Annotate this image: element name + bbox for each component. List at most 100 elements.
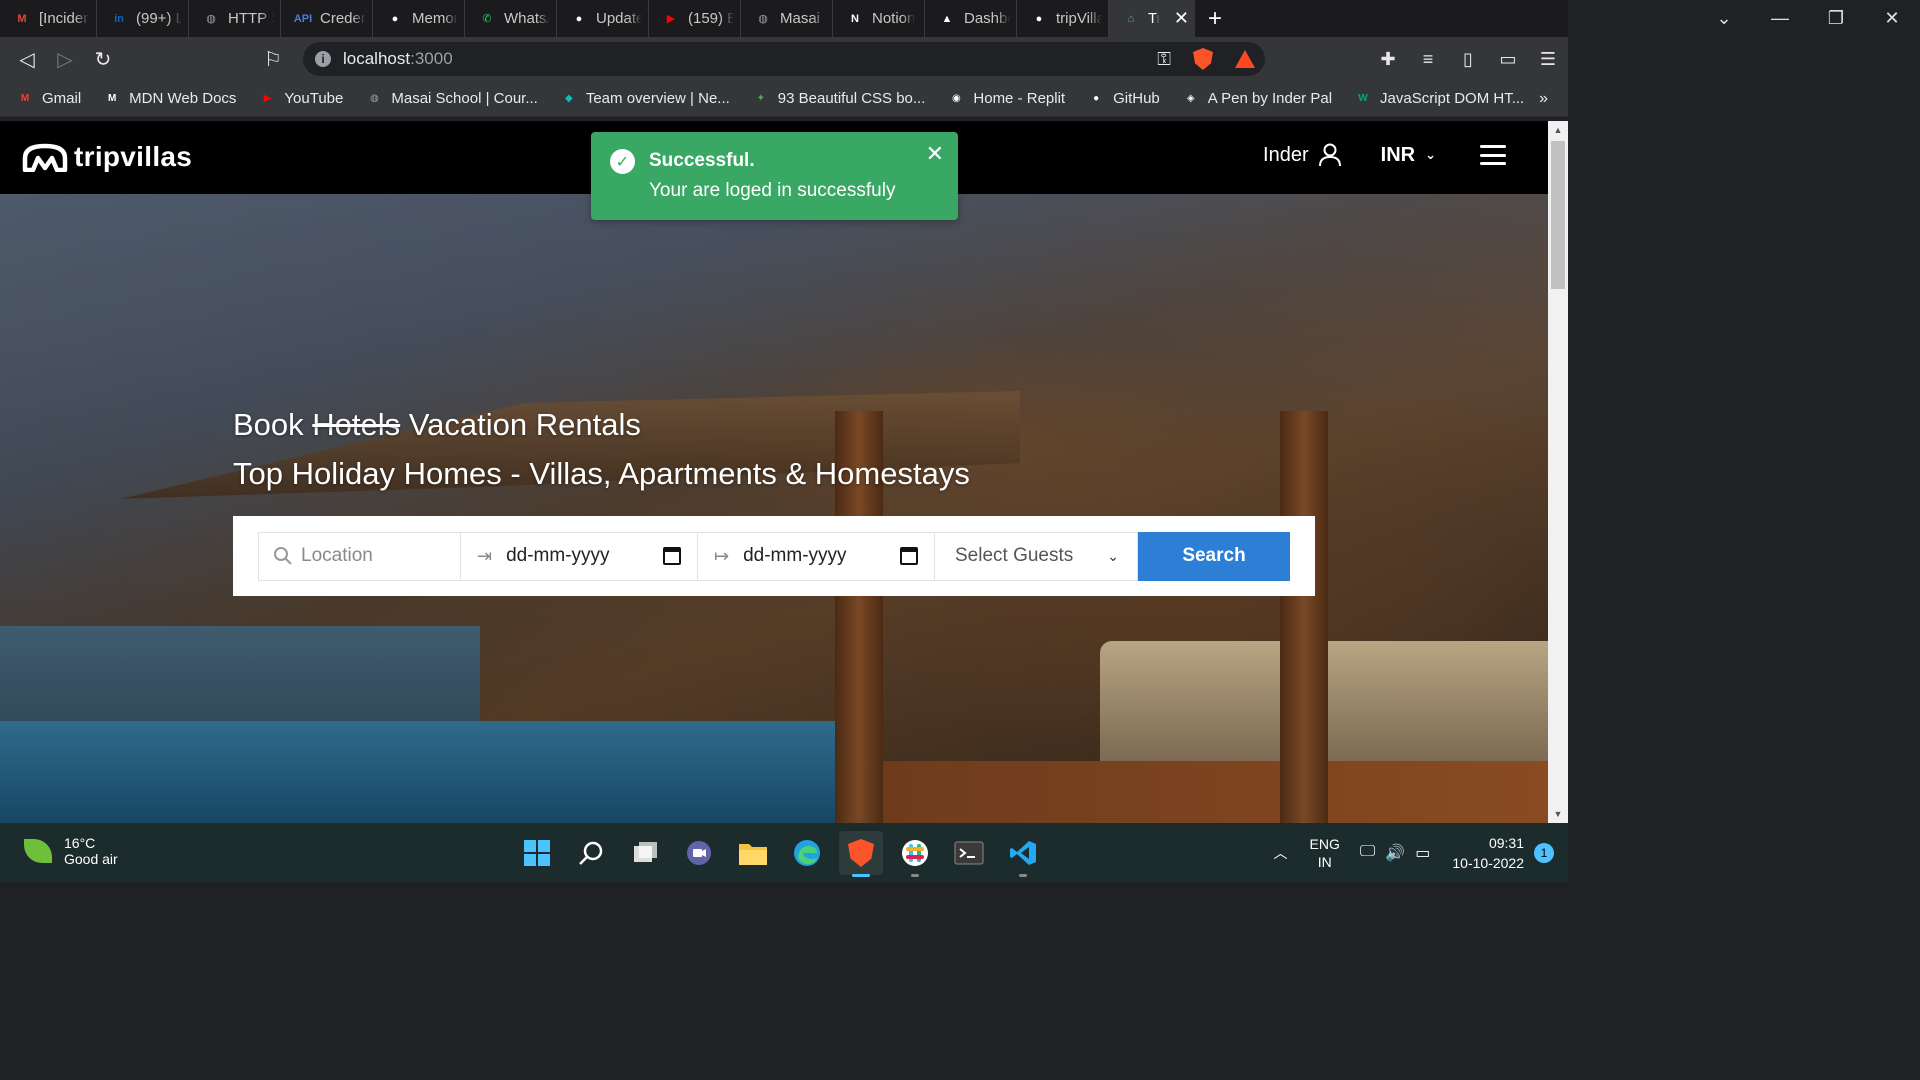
browser-tab[interactable]: ✆ WhatsA [465,0,557,37]
site-info-icon[interactable]: i [315,51,331,67]
guests-placeholder: Select Guests [955,545,1074,566]
minimize-button[interactable]: — [1752,0,1808,37]
search-form: Location ⇥ dd-mm-yyyy ↦ dd-mm-yyyy Selec… [233,516,1315,596]
sidebar-icon[interactable]: ▯ [1448,40,1488,78]
search-icon[interactable] [569,831,613,875]
region-code: IN [1317,853,1332,870]
user-name: Inder [1263,143,1309,166]
edge-icon[interactable] [785,831,829,875]
checkout-date-input[interactable]: ↦ dd-mm-yyyy [698,531,935,581]
brave-rewards-icon[interactable] [1235,50,1255,68]
bookmark-label: GitHub [1113,90,1160,107]
bookmark-item[interactable]: ● GitHub [1087,90,1160,108]
browser-tab[interactable]: API Credent [281,0,373,37]
vscode-icon[interactable] [1001,831,1045,877]
bookmark-icon[interactable]: ⚐ [254,40,292,78]
forward-button[interactable]: ▷ [46,40,84,78]
extensions-icon[interactable]: ✚ [1368,40,1408,78]
check-circle-icon: ✓ [610,149,635,174]
bookmark-item[interactable]: ◍ Masai School | Cour... [365,90,538,108]
browser-tab[interactable]: ▲ Dashbo [925,0,1017,37]
toast-close-button[interactable]: ✕ [926,141,944,167]
browser-tab[interactable]: ● tripVilla [1017,0,1109,37]
tab-search-icon[interactable]: ⌄ [1696,0,1752,37]
browser-tab[interactable]: in (99+) Li [97,0,189,37]
bookmark-label: Team overview | Ne... [585,90,730,107]
page-scrollbar[interactable]: ▲ ▼ [1548,121,1568,823]
browser-tab[interactable]: ◍ Masai S [741,0,833,37]
bookmark-item[interactable]: ◆ Team overview | Ne... [560,90,730,108]
close-tab-icon[interactable]: ✕ [1174,8,1189,29]
browser-tab[interactable]: M [Inciden [0,0,97,37]
brave-shields-icon[interactable] [1193,48,1213,70]
key-icon[interactable]: ⚿ [1157,49,1171,70]
bookmark-item[interactable]: M Gmail [16,90,81,108]
brave-browser-icon[interactable] [839,831,883,877]
browser-tab[interactable]: ● Memori [373,0,465,37]
media-controls-icon[interactable]: ≡ [1408,40,1448,78]
scrollbar-thumb[interactable] [1551,141,1565,289]
scroll-down-icon[interactable]: ▼ [1548,805,1568,823]
clock-time: 09:31 [1488,834,1524,851]
notification-badge[interactable]: 1 [1534,842,1554,863]
checkin-date-input[interactable]: ⇥ dd-mm-yyyy [461,531,698,581]
diamond-icon: ◆ [564,93,573,104]
reload-button[interactable]: ↻ [84,40,122,78]
wallet-icon[interactable]: ▭ [1488,40,1528,78]
battery-icon[interactable]: ▭ [1415,843,1430,863]
browser-tab[interactable]: N Notion [833,0,925,37]
leaf-icon [24,839,52,863]
file-explorer-icon[interactable] [731,831,775,875]
tripvillas-logo-icon [22,142,68,173]
location-placeholder: Location [301,545,373,566]
chevron-down-icon: ⌄ [1107,547,1119,564]
bookmark-item[interactable]: ✦ 93 Beautiful CSS bo... [752,90,926,108]
language-indicator[interactable]: ENG IN [1310,835,1340,871]
scroll-up-icon[interactable]: ▲ [1548,121,1568,139]
browser-menu-icon[interactable]: ☰ [1528,40,1568,78]
guests-select[interactable]: Select Guests ⌄ [935,531,1138,581]
calendar-icon[interactable] [663,547,681,565]
back-button[interactable]: ◁ [8,40,46,78]
calendar-icon[interactable] [900,547,918,565]
more-bookmarks-icon[interactable]: » [1539,81,1548,117]
site-logo[interactable]: tripvillas [22,141,192,173]
location-input[interactable]: Location [258,531,461,581]
bookmark-item[interactable]: ◈ A Pen by Inder Pal [1182,90,1332,108]
search-button[interactable]: Search [1138,531,1290,581]
network-icon[interactable]: 🖵 [1360,843,1375,863]
task-view-icon[interactable] [623,831,667,875]
gmail-icon: M [17,12,27,25]
weather-widget[interactable]: 16°C Good air [24,835,118,867]
currency-selector[interactable]: INR ⌄ [1381,144,1436,167]
github-icon: ● [575,12,583,25]
teams-chat-icon[interactable] [677,831,721,875]
chevron-up-icon[interactable]: ︿ [1274,843,1288,863]
clock[interactable]: 09:31 10-10-2022 [1452,833,1524,873]
checkout-value: dd-mm-yyyy [743,545,847,566]
new-tab-button[interactable]: + [1195,0,1235,37]
user-icon [1318,143,1341,167]
bookmark-item[interactable]: ◉ Home - Replit [947,90,1065,108]
browser-tab[interactable]: ▶ (159) Bu [649,0,741,37]
browser-tab[interactable]: ● Update [557,0,649,37]
hamburger-menu-icon[interactable] [1480,145,1506,165]
browser-tab[interactable]: ◍ HTTP St [189,0,281,37]
windows-start-icon[interactable] [515,831,559,875]
gmail-icon: M [20,93,30,104]
tab-title: WhatsA [504,10,550,27]
browser-tab[interactable]: ⌂ Trip ✕ [1109,0,1195,37]
github-icon: ● [1035,12,1043,25]
user-menu[interactable]: Inder [1263,143,1341,167]
address-bar[interactable]: i localhost:3000 ⚿ [303,42,1265,76]
restore-button[interactable]: ❐ [1808,0,1864,37]
bookmark-item[interactable]: M MDN Web Docs [103,90,236,108]
slack-icon[interactable] [893,831,937,877]
volume-icon[interactable]: 🔊 [1385,843,1405,863]
bookmark-item[interactable]: W JavaScript DOM HT... [1354,90,1524,108]
temperature: 16°C [64,835,96,851]
bookmark-item[interactable]: ▶ YouTube [258,90,344,108]
globe-icon: ◍ [370,93,379,104]
close-window-button[interactable]: ✕ [1864,0,1920,37]
terminal-icon[interactable] [947,831,991,875]
